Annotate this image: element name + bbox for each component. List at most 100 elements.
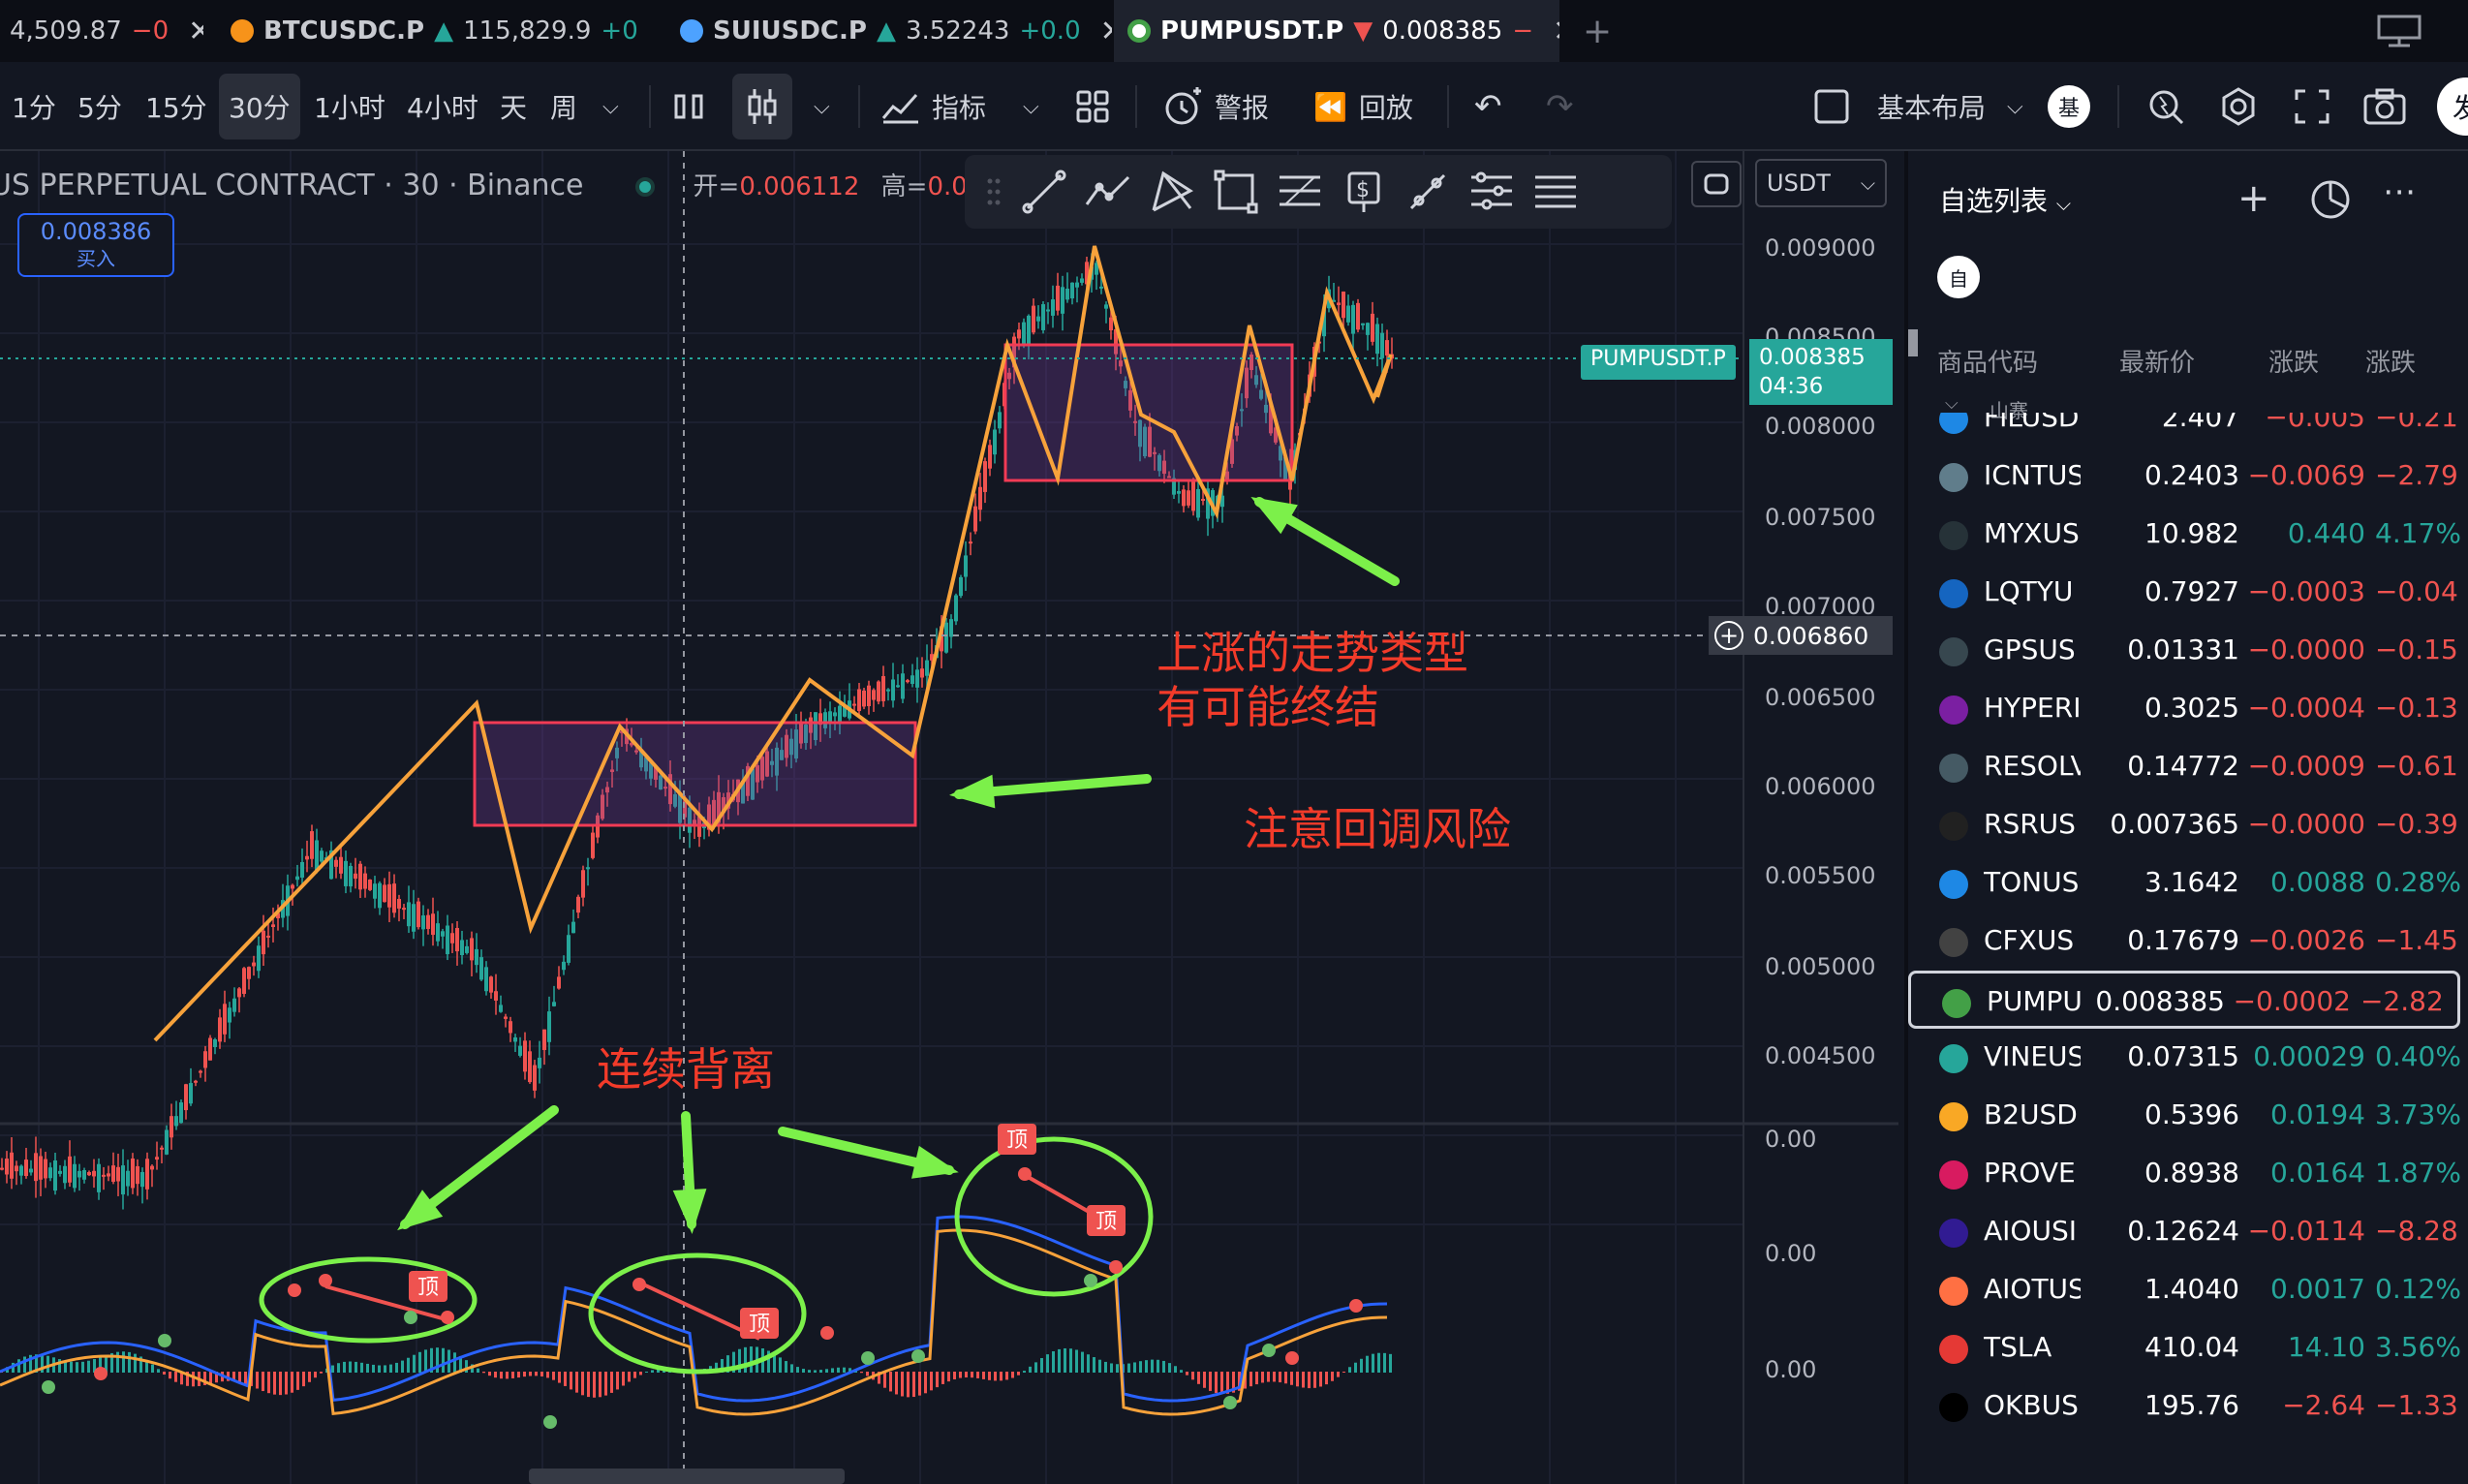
column-change-pct[interactable]: 涨跌 <box>2365 343 2462 379</box>
macd-bar <box>285 1372 288 1395</box>
bars-icon[interactable] <box>672 62 705 151</box>
publish-button[interactable]: 发 <box>2437 62 2468 151</box>
add-symbol-icon[interactable]: + <box>2237 176 2270 221</box>
candle-body <box>1041 304 1045 330</box>
interval-day[interactable]: 天 <box>500 62 527 151</box>
tab-3-active[interactable]: PUMPUSDT.P ▼ 0.008385 − ✕ <box>1114 0 1559 62</box>
watchlist-row[interactable]: CFXUS 0.17679 −0.0026 −1.45 <box>1908 912 2468 971</box>
macd-bar <box>384 1365 386 1373</box>
candle-body <box>571 921 575 934</box>
camera-icon[interactable] <box>2363 62 2406 151</box>
layout-square-icon[interactable] <box>1813 62 1850 151</box>
chevron-down-icon[interactable]: ⌵ <box>2007 62 2023 151</box>
watchlist-row[interactable]: HYPERI 0.3025 −0.0004 −0.13 <box>1908 680 2468 738</box>
macd-bar <box>645 1371 648 1373</box>
more-tools-icon[interactable] <box>1530 167 1581 217</box>
watchlist-row[interactable]: RESOLV 0.14772 −0.0009 −0.61 <box>1908 738 2468 796</box>
interval-30m[interactable]: 30分 <box>219 74 300 139</box>
chevron-down-icon[interactable]: ⌵ <box>1023 62 1039 151</box>
watchlist-row[interactable]: VINEUS 0.07315 0.00029 0.40% <box>1908 1029 2468 1087</box>
tab-0[interactable]: 4,509.87 −0 ✕ <box>0 0 203 62</box>
polyline-icon[interactable] <box>1083 167 1133 217</box>
watchlist-tag[interactable]: 自 <box>1937 256 1980 298</box>
brush-icon[interactable] <box>1403 167 1453 217</box>
replay-button[interactable]: ⏪ 回放 <box>1313 62 1413 151</box>
fullscreen-icon[interactable] <box>2294 62 2330 151</box>
watchlist-row[interactable]: B2USD 0.5396 0.0194 3.73% <box>1908 1087 2468 1145</box>
candle-body <box>910 675 914 685</box>
watchlist-row[interactable]: LQTYU 0.7927 −0.0003 −0.04 <box>1908 564 2468 622</box>
watchlist-row[interactable]: PROVE 0.8938 0.0164 1.87% <box>1908 1145 2468 1203</box>
layout-badge[interactable]: 基 <box>2048 62 2090 151</box>
new-tab-button[interactable]: + <box>1569 0 1625 62</box>
quick-search-icon[interactable] <box>2146 62 2185 151</box>
layout-grid-icon[interactable] <box>1075 62 1110 151</box>
chevron-down-icon[interactable]: ⌵ <box>814 62 830 151</box>
macd-bar <box>1174 1366 1177 1373</box>
watchlist-row[interactable]: RSRUS 0.007365 −0.0000 −0.39 <box>1908 796 2468 854</box>
watchlist-row[interactable]: MYXUS 10.982 0.440 4.17% <box>1908 506 2468 564</box>
redo-icon[interactable]: ↷ <box>1546 62 1574 151</box>
watchlist-row[interactable]: TSLA 410.04 14.10 3.56% <box>1908 1319 2468 1377</box>
macd-bar <box>918 1372 921 1396</box>
coin-icon <box>1939 1393 1968 1422</box>
rectangle-icon[interactable] <box>1211 167 1261 217</box>
watchlist-row[interactable]: AIOTUS 1.4040 0.0017 0.12% <box>1908 1261 2468 1319</box>
watchlist-row[interactable]: ICNTUS 0.2403 −0.0069 −2.79 <box>1908 448 2468 506</box>
indicators-button[interactable]: 指标 <box>881 62 986 151</box>
watchlist-row[interactable]: FILUSD 2.407 −0.005 −0.21 <box>1908 413 2468 448</box>
add-plus-icon[interactable]: + <box>1714 621 1743 650</box>
close-icon[interactable]: ✕ <box>1100 15 1112 48</box>
macd-bar <box>511 1372 514 1378</box>
trend-line-icon[interactable] <box>1019 167 1069 217</box>
pie-chart-icon[interactable] <box>2309 176 2354 225</box>
interval-week[interactable]: 周 <box>550 62 577 151</box>
group-chevron-icon[interactable]: ⌵ <box>1945 393 1959 414</box>
text-settings-icon[interactable] <box>1466 167 1517 217</box>
settings-gear-icon[interactable] <box>2218 62 2259 151</box>
layout-badge-label: 基 <box>2048 85 2090 128</box>
chevron-down-icon[interactable]: ⌵ <box>602 62 619 151</box>
undo-icon[interactable]: ↶ <box>1474 62 1502 151</box>
candle-body <box>223 1004 227 1035</box>
interval-1h[interactable]: 1小时 <box>314 62 386 151</box>
drag-handle-icon[interactable] <box>982 167 1005 217</box>
layout-name[interactable]: 基本布局 <box>1877 62 1986 151</box>
chart-title: US PERPETUAL CONTRACT · 30 · Binance <box>0 169 584 202</box>
column-change[interactable]: 涨跌 <box>2268 343 2319 379</box>
macd-bar <box>843 1367 846 1373</box>
column-last[interactable]: 最新价 <box>2119 343 2195 379</box>
interval-5m[interactable]: 5分 <box>77 62 122 151</box>
watchlist-row[interactable]: PUMPU 0.008385 −0.0002 −2.82 <box>1908 971 2460 1029</box>
watchlist-row[interactable]: TONUS 3.1642 0.0088 0.28% <box>1908 854 2468 912</box>
more-icon[interactable]: ⋯ <box>2383 172 2416 211</box>
price-range-icon[interactable]: $ <box>1339 167 1389 217</box>
window-layout-icon[interactable] <box>2363 0 2435 62</box>
sync-icon[interactable] <box>1691 161 1742 207</box>
alert-button[interactable]: 警报 <box>1162 62 1269 151</box>
tab-1[interactable]: BTCUSDC.P ▲ 115,829.9 +0 ✕ <box>217 0 657 62</box>
buy-button[interactable]: 0.008386 买入 <box>17 213 174 277</box>
divider <box>858 85 860 128</box>
close-icon[interactable]: ✕ <box>188 15 203 48</box>
interval-1m[interactable]: 1分 <box>12 62 56 151</box>
watchlist-row[interactable]: OKBUS 195.76 −2.64 −1.33 <box>1908 1377 2468 1436</box>
candle-body <box>349 865 353 887</box>
candle-body <box>150 1165 154 1170</box>
watchlist-title[interactable]: 自选列表 ⌵ <box>1939 180 2071 219</box>
currency-select[interactable]: USDT ⌵ <box>1755 159 1887 207</box>
interval-4h[interactable]: 4小时 <box>407 62 478 151</box>
interval-15m[interactable]: 15分 <box>145 62 207 151</box>
row-symbol: RSRUS <box>1984 808 2076 840</box>
watchlist-row[interactable]: AIOUSI 0.12624 −0.0114 −8.28 <box>1908 1203 2468 1261</box>
macd-bar <box>1000 1372 1003 1381</box>
candle-body <box>339 856 343 874</box>
watchlist-row[interactable]: GPSUS 0.01331 −0.0000 −0.15 <box>1908 622 2468 680</box>
candles-icon[interactable] <box>732 74 792 139</box>
close-icon[interactable]: ✕ <box>1553 15 1559 48</box>
fib-retracement-icon[interactable] <box>1275 167 1325 217</box>
pitchfork-icon[interactable] <box>1147 167 1197 217</box>
tab-2[interactable]: SUIUSDC.P ▲ 3.52243 +0.0 ✕ <box>666 0 1112 62</box>
column-symbol[interactable]: 商品代码 <box>1937 343 2038 379</box>
candle-body <box>915 669 919 688</box>
